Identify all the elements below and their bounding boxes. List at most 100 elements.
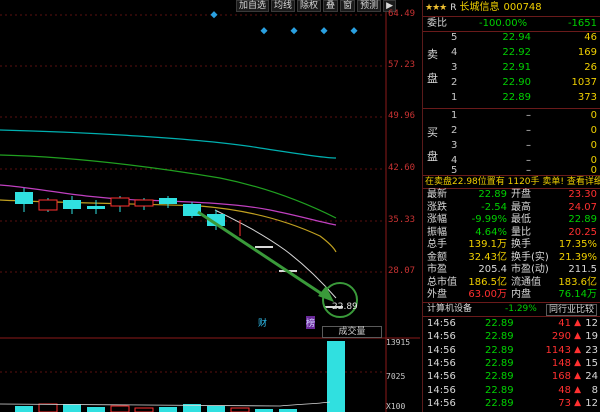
quote-value: 205.4 bbox=[478, 264, 507, 275]
quote-value: 22.89 bbox=[568, 214, 597, 225]
level-price: – bbox=[526, 125, 531, 136]
quote-panel: ★★★ R 长城信息 000748 委比 -100.00% -1651 卖 盘 … bbox=[422, 0, 600, 412]
tick-row[interactable]: 14:56 22.89 73 ▲ 12 bbox=[423, 398, 600, 412]
news-marker-icon[interactable]: 榜 bbox=[306, 316, 316, 329]
level-number: 4 bbox=[451, 47, 458, 58]
sell-level-row[interactable]: 4 22.92 169 bbox=[423, 47, 600, 62]
level-volume: 0 bbox=[590, 125, 597, 136]
tick-price: 22.89 bbox=[485, 357, 514, 369]
up-arrow-icon: ▲ bbox=[574, 344, 581, 355]
tick-volume: 1143 bbox=[545, 344, 571, 356]
buy-level-row[interactable]: 3 – 0 bbox=[423, 140, 600, 155]
level-volume: 0 bbox=[590, 140, 597, 151]
tick-volume: 168 bbox=[551, 371, 571, 383]
overlay-button[interactable]: 叠 bbox=[323, 0, 339, 12]
stock-code: 000748 bbox=[503, 2, 542, 13]
ma-line-cyan bbox=[0, 129, 337, 159]
tick-volume: 41 bbox=[558, 318, 571, 329]
annotation-arrow-line bbox=[197, 210, 329, 300]
quote-label: 总市值 bbox=[427, 276, 457, 288]
quote-row: 涨跌 -2.54 最高 24.07 bbox=[423, 202, 600, 214]
order-ratio-label: 委比 bbox=[427, 18, 447, 29]
volume-tick: 7025 bbox=[386, 372, 406, 381]
quote-label: 量比 bbox=[511, 226, 531, 238]
level-price: 22.92 bbox=[502, 47, 531, 58]
quote-label: 涨跌 bbox=[427, 201, 447, 213]
price-tick: 42.60 bbox=[388, 163, 416, 173]
quote-value: -2.54 bbox=[481, 201, 507, 213]
tick-time: 14:56 bbox=[427, 384, 456, 396]
tick-price: 22.89 bbox=[485, 371, 514, 383]
forecast-button[interactable]: 预测 bbox=[357, 0, 382, 12]
quote-label: 最新 bbox=[427, 189, 447, 200]
buy-level-row[interactable]: 2 – 0 bbox=[423, 125, 600, 140]
level-number: 3 bbox=[451, 140, 458, 151]
quote-label: 内盘 bbox=[511, 289, 531, 300]
quote-label: 换手 bbox=[511, 239, 531, 250]
kline-chart-area[interactable]: 加自选 均线 除权 叠 窗 预测 ▶ 64.49 57.23 49.96 42.… bbox=[0, 0, 420, 412]
sell-level-row[interactable]: 5 22.94 46 bbox=[423, 32, 600, 47]
stock-name: 长城信息 bbox=[459, 2, 500, 13]
order-ratio-pct: -100.00% bbox=[479, 18, 528, 29]
quote-value: 22.89 bbox=[478, 189, 507, 200]
tick-price: 22.89 bbox=[485, 397, 514, 409]
tick-count: 12 bbox=[585, 318, 598, 329]
level-volume: 373 bbox=[577, 92, 597, 103]
quote-label: 涨幅 bbox=[427, 214, 447, 225]
tick-count: 19 bbox=[585, 331, 598, 343]
price-tick: 64.49 bbox=[388, 9, 416, 19]
rating-stars: ★★★ bbox=[425, 3, 447, 13]
ma-button[interactable]: 均线 bbox=[271, 0, 296, 12]
sell-level-row[interactable]: 1 22.89 373 bbox=[423, 92, 600, 107]
industry-row[interactable]: 计算机设备 -1.29% 同行业比较 bbox=[423, 303, 600, 316]
tick-row[interactable]: 14:56 22.89 168 ▲ 24 bbox=[423, 371, 600, 385]
level-number: 2 bbox=[451, 125, 458, 136]
price-tick: 57.23 bbox=[388, 60, 416, 70]
tick-price: 22.89 bbox=[485, 331, 514, 343]
tick-price: 22.89 bbox=[485, 344, 514, 356]
ex-rights-button[interactable]: 除权 bbox=[297, 0, 322, 12]
tick-count: 12 bbox=[585, 397, 598, 409]
level-volume: 0 bbox=[590, 110, 597, 121]
level-volume: 46 bbox=[584, 32, 597, 43]
quote-value: 139.1万 bbox=[468, 239, 507, 250]
level-number: 3 bbox=[451, 62, 458, 73]
level-volume: 169 bbox=[577, 47, 597, 58]
quote-label: 总手 bbox=[427, 239, 447, 250]
tick-row[interactable]: 14:56 22.89 1143 ▲ 23 bbox=[423, 345, 600, 359]
quote-label: 振幅 bbox=[427, 226, 447, 238]
industry-pct: -1.29% bbox=[505, 304, 537, 314]
quote-value: 211.5 bbox=[568, 264, 597, 275]
industry-compare-button[interactable]: 同行业比较 bbox=[545, 304, 597, 316]
tick-row[interactable]: 14:56 22.89 48 ▲ 8 bbox=[423, 385, 600, 399]
sell-level-row[interactable]: 3 22.91 26 bbox=[423, 62, 600, 77]
quote-value: 23.30 bbox=[568, 189, 597, 200]
tick-row[interactable]: 14:56 22.89 41 ▲ 12 bbox=[423, 318, 600, 332]
quote-row: 总市值 186.5亿 流通值 183.6亿 bbox=[423, 277, 600, 289]
price-tick: 28.07 bbox=[388, 266, 416, 276]
tick-price: 22.89 bbox=[485, 318, 514, 329]
current-price-label: 22.89 bbox=[332, 302, 358, 312]
volume-bar-latest bbox=[327, 341, 345, 412]
window-button[interactable]: 窗 bbox=[340, 0, 356, 12]
up-arrow-icon: ▲ bbox=[574, 357, 581, 368]
quote-label: 市盈(动) bbox=[511, 264, 549, 275]
quote-label: 最高 bbox=[511, 201, 531, 213]
quote-value: 4.64% bbox=[475, 226, 507, 238]
level-price: 22.94 bbox=[502, 32, 531, 43]
buy-level-row[interactable]: 1 – 0 bbox=[423, 110, 600, 125]
finance-marker-icon[interactable]: 财 bbox=[258, 316, 267, 329]
kline-chart[interactable] bbox=[0, 0, 420, 412]
level-number: 1 bbox=[451, 110, 458, 121]
quote-label: 换手(实) bbox=[511, 251, 549, 263]
quote-row: 金额 32.43亿 换手(实) 21.39% bbox=[423, 252, 600, 264]
tick-row[interactable]: 14:56 22.89 290 ▲ 19 bbox=[423, 331, 600, 345]
tick-row[interactable]: 14:56 22.89 148 ▲ 15 bbox=[423, 358, 600, 372]
sell-level-row[interactable]: 2 22.90 1037 bbox=[423, 77, 600, 92]
large-order-notice[interactable]: 在卖盘22.98位置有 1120手 卖单! 查看详细 bbox=[423, 176, 600, 188]
quote-value: 20.25 bbox=[568, 226, 597, 238]
tick-volume: 73 bbox=[558, 397, 571, 409]
add-watchlist-button[interactable]: 加自选 bbox=[236, 0, 270, 12]
volume-indicator-button[interactable]: 成交量 bbox=[322, 326, 382, 338]
up-arrow-icon: ▲ bbox=[574, 384, 581, 395]
